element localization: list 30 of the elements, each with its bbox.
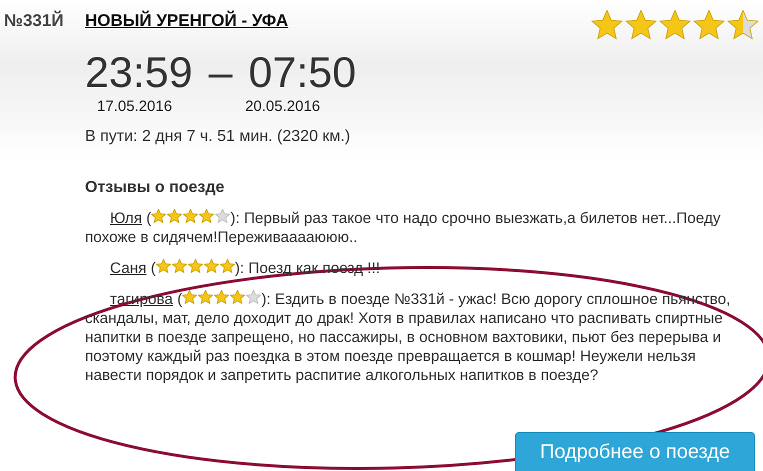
- filled-star-icon: [214, 290, 230, 305]
- arrival-time: 07:50: [248, 50, 356, 96]
- filled-star-icon: [693, 10, 725, 42]
- author-link[interactable]: Саня: [110, 260, 146, 277]
- time-separator: –: [208, 50, 233, 96]
- filled-star-icon: [230, 290, 246, 305]
- filled-star-icon: [591, 10, 623, 42]
- filled-star-icon: [659, 10, 691, 42]
- departure-date: 17.05.2016: [97, 97, 172, 117]
- route-link[interactable]: НОВЫЙ УРЕНГОЙ - УФА: [85, 8, 288, 34]
- train-number: №331Й: [3, 10, 65, 32]
- filled-star-icon: [220, 259, 235, 274]
- filled-star-icon: [198, 290, 214, 305]
- travel-duration: В пути: 2 дня 7 ч. 51 мин. (2320 км.): [84, 126, 352, 146]
- filled-star-icon: [167, 209, 182, 224]
- filled-star-icon: [156, 259, 171, 274]
- filled-star-icon: [172, 259, 187, 274]
- filled-star-icon: [182, 290, 198, 305]
- filled-star-icon: [183, 209, 198, 224]
- arrival-date: 20.05.2016: [245, 97, 320, 117]
- departure-time: 23:59: [85, 50, 193, 96]
- half-star-icon: [727, 10, 759, 42]
- filled-star-icon: [204, 259, 219, 274]
- filled-star-icon: [199, 209, 214, 224]
- reviews-heading: Отзывы о поезде: [85, 178, 226, 197]
- review-text: Юля ( ): Первый раз такое что надо срочно выезжать,а билетов нет...Поеду похоже в сидячем!Переживааааююю..: [85, 209, 722, 247]
- filled-star-icon: [625, 10, 657, 42]
- filled-star-icon: [188, 259, 203, 274]
- filled-star-icon: [151, 209, 166, 224]
- author-link[interactable]: Юля: [110, 210, 142, 227]
